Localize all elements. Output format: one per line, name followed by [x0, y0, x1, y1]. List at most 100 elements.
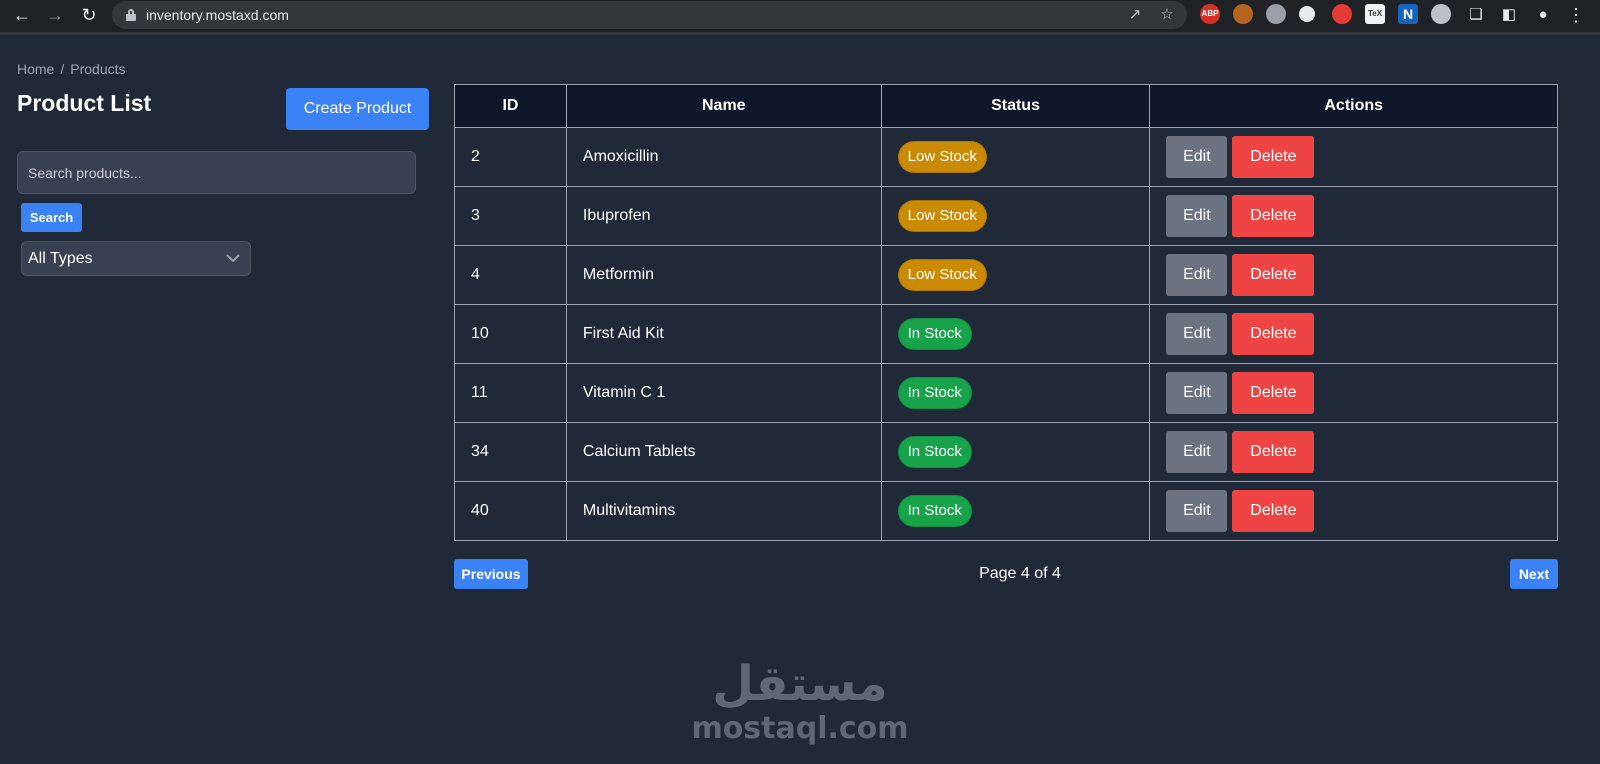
breadcrumb-current: Products [70, 61, 126, 77]
next-page-button[interactable]: Next [1510, 559, 1558, 589]
cell-name: First Aid Kit [565, 304, 882, 364]
previous-page-button[interactable]: Previous [454, 559, 528, 589]
page-title: Product List [17, 90, 152, 116]
type-filter-select[interactable]: All Types [21, 241, 251, 276]
search-button[interactable]: Search [21, 203, 82, 232]
adblock-extension-icon[interactable]: ABP [1200, 4, 1220, 24]
cell-id: 4 [454, 245, 567, 305]
delete-button[interactable]: Delete [1232, 431, 1315, 473]
forward-arrow-icon[interactable]: → [43, 3, 67, 27]
toolbar-divider [0, 32, 1600, 35]
puzzle-extensions-icon[interactable]: ❏ [1464, 3, 1488, 27]
cell-actions: Edit Delete [1149, 245, 1558, 305]
edit-button[interactable]: Edit [1166, 136, 1228, 178]
breadcrumb: Home / Products [17, 61, 126, 77]
cell-name: Calcium Tablets [565, 422, 882, 482]
status-badge: In Stock [897, 377, 972, 409]
status-badge: Low Stock [897, 200, 987, 232]
page-indicator: Page 4 of 4 [979, 565, 1061, 582]
cell-actions: Edit Delete [1149, 363, 1558, 423]
products-table-container: ID Name Status Actions 2 Amoxicillin Low… [454, 84, 1558, 541]
n-extension-icon[interactable]: N [1398, 4, 1418, 24]
bookmark-star-icon[interactable]: ☆ [1157, 5, 1177, 25]
edit-button[interactable]: Edit [1166, 195, 1228, 237]
table-row: 2 Amoxicillin Low Stock Edit Delete [454, 127, 1558, 187]
status-badge: In Stock [897, 318, 972, 350]
cell-status: In Stock [880, 422, 1151, 482]
tex-extension-icon[interactable]: TeX [1365, 4, 1385, 24]
status-badge: Low Stock [897, 259, 987, 291]
watermark-arabic-text: مستقل [712, 656, 888, 712]
delete-button[interactable]: Delete [1232, 490, 1315, 532]
circle-extension-icon[interactable] [1299, 6, 1315, 22]
back-arrow-icon[interactable]: ← [10, 3, 34, 27]
edit-button[interactable]: Edit [1166, 431, 1228, 473]
column-header-status: Status [880, 84, 1151, 128]
address-url: inventory.mostaxd.com [146, 7, 289, 23]
badge-extension-icon[interactable] [1431, 4, 1451, 24]
delete-button[interactable]: Delete [1232, 136, 1315, 178]
table-row: 34 Calcium Tablets In Stock Edit Delete [454, 422, 1558, 482]
cell-id: 34 [454, 422, 567, 482]
edit-button[interactable]: Edit [1166, 372, 1228, 414]
browser-toolbar: ← → ↻ inventory.mostaxd.com ↗ ☆ ABP TeX … [0, 0, 1600, 32]
cell-actions: Edit Delete [1149, 481, 1558, 541]
watermark-latin-text: mostaql.com [691, 711, 909, 746]
mostaql-watermark: مستقل mostaql.com [690, 655, 910, 745]
delete-button[interactable]: Delete [1232, 195, 1315, 237]
cell-id: 10 [454, 304, 567, 364]
table-header-row: ID Name Status Actions [454, 84, 1558, 128]
edit-button[interactable]: Edit [1166, 254, 1228, 296]
delete-button[interactable]: Delete [1232, 254, 1315, 296]
search-input[interactable] [17, 151, 416, 194]
shield-extension-icon[interactable] [1332, 4, 1352, 24]
type-filter-value: All Types [28, 250, 93, 267]
address-bar[interactable]: inventory.mostaxd.com ↗ ☆ [112, 1, 1187, 29]
edit-button[interactable]: Edit [1166, 313, 1228, 355]
globe-extension-icon[interactable] [1266, 4, 1286, 24]
cell-status: Low Stock [880, 127, 1151, 187]
cell-status: Low Stock [880, 186, 1151, 246]
edit-button[interactable]: Edit [1166, 490, 1228, 532]
cell-id: 11 [454, 363, 567, 423]
cell-name: Metformin [565, 245, 882, 305]
cell-name: Vitamin C 1 [565, 363, 882, 423]
profile-icon[interactable]: ● [1531, 3, 1555, 27]
cell-id: 40 [454, 481, 567, 541]
cell-actions: Edit Delete [1149, 127, 1558, 187]
delete-button[interactable]: Delete [1232, 372, 1315, 414]
cell-actions: Edit Delete [1149, 422, 1558, 482]
cell-actions: Edit Delete [1149, 304, 1558, 364]
cell-status: In Stock [880, 481, 1151, 541]
table-row: 10 First Aid Kit In Stock Edit Delete [454, 304, 1558, 364]
cell-status: In Stock [880, 363, 1151, 423]
reload-icon[interactable]: ↻ [77, 3, 101, 27]
column-header-id: ID [454, 84, 567, 128]
table-row: 40 Multivitamins In Stock Edit Delete [454, 481, 1558, 541]
cell-actions: Edit Delete [1149, 186, 1558, 246]
breadcrumb-home-link[interactable]: Home [17, 61, 54, 77]
sidebar-toggle-icon[interactable]: ◧ [1497, 3, 1521, 27]
cell-name: Amoxicillin [565, 127, 882, 187]
status-badge: Low Stock [897, 141, 987, 173]
lock-icon [126, 9, 136, 21]
cookie-extension-icon[interactable] [1233, 4, 1253, 24]
column-header-actions: Actions [1149, 84, 1558, 128]
cell-name: Ibuprofen [565, 186, 882, 246]
cell-status: In Stock [880, 304, 1151, 364]
status-badge: In Stock [897, 436, 972, 468]
cell-name: Multivitamins [565, 481, 882, 541]
menu-kebab-icon[interactable]: ⋮ [1564, 3, 1588, 27]
table-row: 3 Ibuprofen Low Stock Edit Delete [454, 186, 1558, 246]
table-row: 11 Vitamin C 1 In Stock Edit Delete [454, 363, 1558, 423]
cell-status: Low Stock [880, 245, 1151, 305]
share-icon[interactable]: ↗ [1125, 5, 1145, 25]
column-header-name: Name [565, 84, 882, 128]
delete-button[interactable]: Delete [1232, 313, 1315, 355]
products-table: ID Name Status Actions 2 Amoxicillin Low… [454, 84, 1558, 541]
cell-id: 3 [454, 186, 567, 246]
chevron-down-icon [226, 242, 240, 275]
create-product-button[interactable]: Create Product [286, 88, 429, 130]
status-badge: In Stock [897, 495, 972, 527]
breadcrumb-separator: / [60, 61, 65, 77]
